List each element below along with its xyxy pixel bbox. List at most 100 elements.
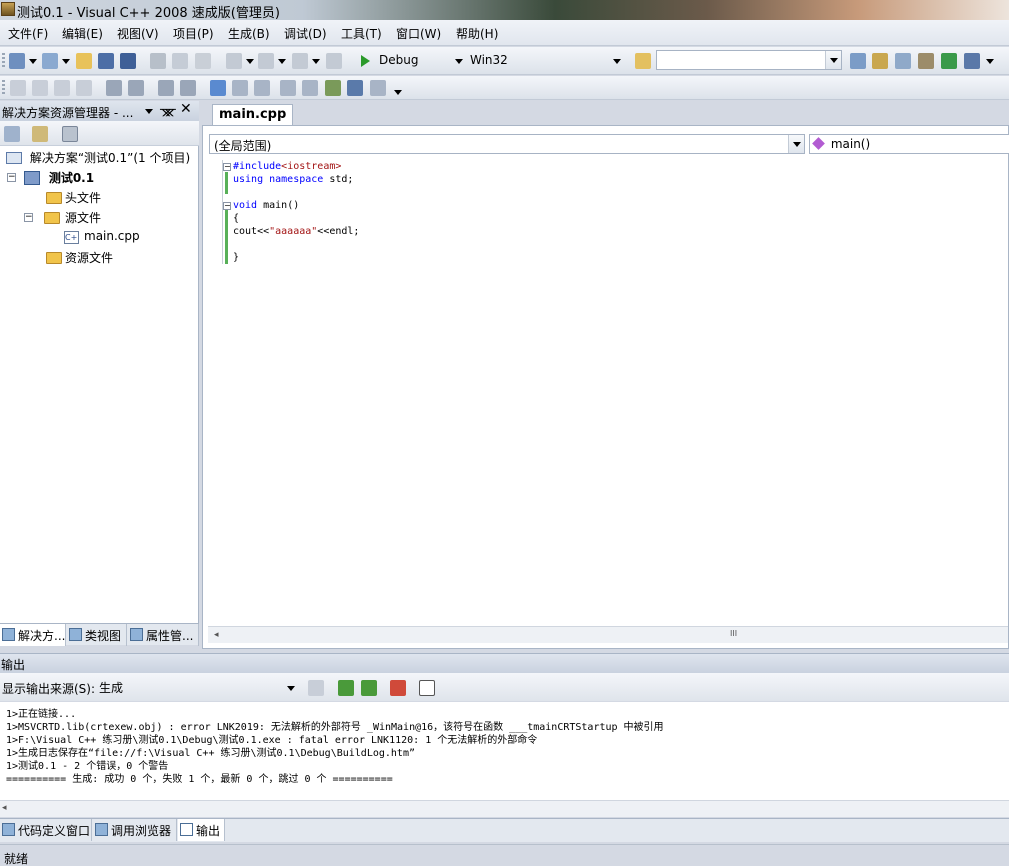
new-project-icon[interactable] [9,53,25,69]
tree-resource-files[interactable]: 资源文件 [65,249,113,267]
menu-window[interactable]: 窗口(W) [396,25,441,42]
menu-view[interactable]: 视图(V) [117,25,159,42]
collapse-icon[interactable]: − [7,173,16,182]
navigate-forward-icon[interactable] [326,53,342,69]
output-text[interactable]: 1>正在链接... 1>MSVCRTD.lib(crtexew.obj) : e… [0,702,1009,800]
chevron-down-icon[interactable] [29,59,37,64]
chevron-down-icon[interactable] [394,90,402,95]
redo-icon[interactable] [258,53,274,69]
paste-icon[interactable] [195,53,211,69]
uncomment-lines-icon[interactable] [180,80,196,96]
chevron-down-icon[interactable] [287,686,295,691]
toolbox-icon[interactable] [918,53,934,69]
menu-debug[interactable]: 调试(D) [284,25,327,42]
tree-header-files[interactable]: 头文件 [65,189,101,207]
close-icon[interactable]: ✕ [180,101,192,117]
object-browser-icon[interactable] [895,53,911,69]
scroll-left-icon[interactable]: ◂ [214,630,219,640]
navigate-back-icon[interactable] [292,53,308,69]
refresh-icon[interactable] [62,126,78,142]
tab-call-browser[interactable]: 调用浏览器 [93,819,177,841]
collapse-icon[interactable]: − [24,213,33,222]
toolbar-grip[interactable] [2,80,5,96]
window-position-icon[interactable] [145,109,153,114]
horizontal-scrollbar[interactable]: ◂ III [208,626,1008,643]
toolbar-grip[interactable] [2,53,5,69]
save-icon[interactable] [98,53,114,69]
add-item-icon[interactable] [42,53,58,69]
copy-icon[interactable] [172,53,188,69]
start-page-icon[interactable] [941,53,957,69]
code-line-5[interactable]: { [233,213,239,224]
display-object-members-icon[interactable] [10,80,26,96]
next-bookmark-in-document-icon[interactable] [347,80,363,96]
collapse-icon[interactable]: − [223,163,231,171]
toggle-word-wrap-icon[interactable] [419,680,435,696]
collapse-icon[interactable]: − [223,202,231,210]
quick-info-icon[interactable] [54,80,70,96]
chevron-down-icon[interactable] [825,51,841,69]
increase-indent-icon[interactable] [128,80,144,96]
comment-lines-icon[interactable] [158,80,174,96]
scrollbar-thumb[interactable]: III [730,629,737,638]
chevron-down-icon[interactable] [613,59,621,64]
tree-solution[interactable]: 解决方案“测试0.1”(1 个项目) [6,149,190,167]
next-message-icon[interactable] [361,680,377,696]
code-line-2[interactable]: using namespace std; [233,174,353,185]
tree-main-cpp[interactable]: main.cpp [84,229,140,247]
chevron-down-icon[interactable] [455,59,463,64]
chevron-down-icon[interactable] [986,59,994,64]
parameter-info-icon[interactable] [32,80,48,96]
previous-bookmark-icon[interactable] [232,80,248,96]
decrease-indent-icon[interactable] [106,80,122,96]
previous-message-icon[interactable] [338,680,354,696]
menu-file[interactable]: 文件(F) [8,25,48,42]
chevron-down-icon[interactable] [62,59,70,64]
function-dropdown[interactable]: main() [809,134,1009,154]
show-all-files-icon[interactable] [32,126,48,142]
clear-bookmarks-icon[interactable] [370,80,386,96]
properties-icon[interactable] [4,126,20,142]
solution-configuration-dropdown[interactable]: Debug [375,51,465,71]
find-message-in-code-icon[interactable] [308,680,324,696]
cut-icon[interactable] [150,53,166,69]
tab-main-cpp[interactable]: main.cpp [212,104,294,125]
scope-dropdown[interactable]: (全局范围) [209,134,805,154]
chevron-down-icon[interactable] [278,59,286,64]
previous-bookmark-in-document-icon[interactable] [325,80,341,96]
tab-output[interactable]: 输出 [178,819,225,841]
find-in-files-icon[interactable] [635,53,651,69]
scroll-left-icon[interactable]: ◂ [2,803,7,813]
tree-project[interactable]: 测试0.1 [24,169,94,187]
code-line-1[interactable]: #include<iostream> [233,161,341,172]
tree-source-files[interactable]: 源文件 [65,209,101,227]
tab-property-manager[interactable]: 属性管... [128,624,199,646]
menu-edit[interactable]: 编辑(E) [62,25,103,42]
code-line-6[interactable]: cout<<"aaaaaa"<<endl; [233,226,359,237]
menu-help[interactable]: 帮助(H) [456,25,498,42]
next-bookmark-icon[interactable] [254,80,270,96]
find-combo[interactable] [656,50,842,70]
complete-word-icon[interactable] [76,80,92,96]
chevron-down-icon[interactable] [246,59,254,64]
menu-build[interactable]: 生成(B) [228,25,270,42]
solution-platform-dropdown[interactable]: Win32 [466,51,626,71]
start-debugging-icon[interactable] [361,55,370,67]
code-line-4[interactable]: void main() [233,200,299,211]
properties-icon[interactable] [872,53,888,69]
menu-project[interactable]: 项目(P) [173,25,214,42]
save-all-icon[interactable] [120,53,136,69]
chevron-down-icon[interactable] [312,59,320,64]
toggle-bookmark-icon[interactable] [210,80,226,96]
solution-explorer-icon[interactable] [850,53,866,69]
tab-class-view[interactable]: 类视图 [67,624,127,646]
tab-code-definition[interactable]: 代码定义窗口 [0,819,92,841]
pin-icon[interactable]: ᚘ [160,102,176,117]
code-line-8[interactable]: } [233,252,239,263]
command-window-icon[interactable] [964,53,980,69]
tab-solution-explorer[interactable]: 解决方... [0,624,66,646]
undo-icon[interactable] [226,53,242,69]
previous-bookmark-in-folder-icon[interactable] [280,80,296,96]
output-horizontal-scrollbar[interactable]: ◂ [0,800,1009,817]
next-bookmark-in-folder-icon[interactable] [302,80,318,96]
